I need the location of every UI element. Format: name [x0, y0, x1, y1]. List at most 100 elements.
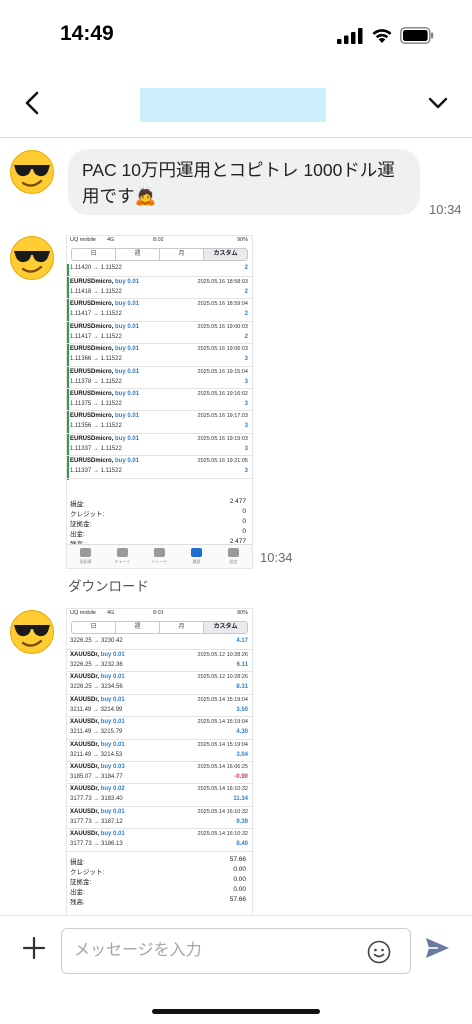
trade-profit: 3 — [244, 468, 248, 475]
trade-row: EURUSDmicro, buy 0.01 2025.05.16 19:19:03… — [67, 434, 252, 457]
trade-datetime: 2025.05.14 15:19:04 — [197, 696, 248, 703]
trade-datetime: 2025.05.16 19:16:02 — [197, 390, 248, 397]
image-time: 8:02 — [153, 237, 164, 243]
period-custom: カスタム — [204, 249, 247, 260]
trade-price: 1.11366 → 1.11522 — [70, 356, 122, 363]
trade-price: 1.11417 → 1.11522 — [70, 333, 122, 340]
trade-symbol: XAUUSDr, buy 0.01 — [70, 809, 125, 815]
trade-price: 1.11337 → 1.11522 — [70, 468, 122, 475]
trade-profit: 3.04 — [236, 751, 248, 758]
trade-row: EURUSDmicro, buy 0.01 2025.05.16 19:15:04… — [67, 367, 252, 389]
back-chevron-icon[interactable] — [22, 90, 44, 116]
image-status-bar: UQ mobile 4G 8:01 90% — [67, 609, 252, 618]
trade-profit: 3 — [244, 356, 248, 363]
trade-symbol: XAUUSDr, buy 0.02 — [70, 786, 125, 792]
trade-datetime: 2025.05.14 16:06:25 — [197, 763, 248, 770]
message-bubble[interactable]: PAC 10万円運用とコピトレ 1000ドル運用です🙇 — [68, 149, 420, 215]
trade-symbol: XAUUSDr, buy 0.01 — [70, 674, 125, 680]
trade-profit: 3 — [244, 378, 248, 385]
trade-datetime: 2025.05.14 16:10:32 — [197, 786, 248, 793]
trade-profit: 3 — [244, 400, 248, 407]
trade-datetime: 2025.05.12 10:28:26 — [197, 652, 248, 658]
summary-row: 証拠金: 0 — [67, 517, 252, 528]
tab-settings: 設定 — [215, 545, 252, 568]
summary-value: 57.66 — [229, 855, 246, 863]
trade-side: buy 0.01 — [100, 674, 125, 681]
trade-symbol-name: XAUUSDr, — [70, 674, 100, 681]
trade-side: buy 0.02 — [100, 786, 125, 793]
summary-value: 0.00 — [233, 875, 246, 883]
trade-profit: 4.30 — [236, 729, 248, 736]
trade-symbol: EURUSDmicro, buy 0.01 — [70, 413, 139, 419]
period-day: 日 — [72, 622, 116, 633]
summary-value: 0.00 — [233, 885, 246, 893]
cellular-signal-icon — [337, 28, 363, 44]
trade-row: EURUSDmicro, buy 0.01 2025.05.16 19:00:03… — [67, 322, 252, 345]
download-link[interactable]: ダウンロード — [68, 575, 149, 595]
trade-price: 1.11418 → 1.11522 — [70, 289, 122, 295]
image-status-bar: UQ mobile 4G 8:02 90% — [67, 236, 252, 245]
trade-symbol-name: XAUUSDr, — [70, 786, 100, 793]
plus-icon[interactable] — [22, 936, 46, 960]
trade-profit: 3.50 — [236, 706, 248, 713]
trade-profit: 2 — [244, 265, 248, 271]
trade-side: buy 0.01 — [115, 390, 140, 397]
sunglasses-emoji-icon[interactable] — [9, 149, 55, 195]
trade-datetime: 2025.05.16 19:06:03 — [197, 346, 248, 353]
image-time: 10:34 — [260, 550, 293, 565]
image-message-eurusd-history[interactable]: UQ mobile 4G 8:02 90% 日 週 月 カスタム 1.11420… — [66, 235, 253, 569]
trade-side: buy 0.01 — [115, 368, 140, 375]
trade-icon — [154, 548, 165, 557]
trade-side: buy 0.01 — [115, 413, 140, 420]
trade-row: EURUSDmicro, buy 0.01 2025.05.16 18:58:03… — [67, 277, 252, 300]
summary-row: 出金: 0.00 — [67, 885, 252, 896]
summary-label: 残高: — [70, 898, 85, 906]
trade-price: 3211.49 → 3214.53 — [70, 751, 123, 758]
trade-symbol-name: EURUSDmicro, — [70, 323, 114, 330]
trade-row: EURUSDmicro, buy 0.01 2025.05.16 19:21:05… — [67, 456, 252, 479]
trade-datetime: 2025.05.16 19:17:03 — [197, 413, 248, 420]
trade-side: buy 0.01 — [100, 719, 125, 726]
image-network: 4G — [107, 610, 115, 616]
trade-datetime: 2025.05.14 15:19:04 — [197, 719, 248, 726]
trade-profit: 4.17 — [236, 638, 248, 644]
quotes-icon — [80, 548, 91, 557]
chevron-down-icon[interactable] — [427, 94, 449, 112]
trade-profit: 9.39 — [236, 818, 248, 825]
trade-symbol-name: EURUSDmicro, — [70, 346, 114, 353]
emoji-icon[interactable] — [367, 940, 391, 964]
send-icon[interactable] — [424, 936, 450, 960]
trade-row: XAUUSDr, buy 0.01 2025.05.14 15:19:04 3211… — [67, 740, 252, 762]
summary-value: 0.00 — [233, 865, 246, 873]
trade-list: EURUSDmicro, buy 0.01 2025.05.16 18:58:03… — [67, 277, 252, 479]
trade-symbol-name: EURUSDmicro, — [70, 279, 114, 285]
trade-symbol: XAUUSDr, buy 0.03 — [70, 764, 125, 770]
period-week: 週 — [116, 622, 160, 633]
trade-side: buy 0.01 — [100, 696, 125, 703]
trade-datetime: 2025.05.16 18:58:03 — [197, 279, 248, 285]
trade-symbol-name: EURUSDmicro, — [70, 413, 114, 420]
tab-label: 気配値 — [79, 559, 92, 564]
trade-symbol-name: XAUUSDr, — [70, 696, 100, 703]
trade-datetime: 2025.05.14 15:19:04 — [197, 741, 248, 748]
trade-symbol-name: EURUSDmicro, — [70, 458, 114, 465]
trade-price: 3226.25 → 3234.56 — [70, 684, 123, 691]
trade-profit: 11.34 — [233, 796, 248, 803]
message-input[interactable] — [74, 937, 364, 965]
trade-side: buy 0.01 — [115, 435, 140, 442]
sunglasses-emoji-icon[interactable] — [9, 235, 55, 281]
sunglasses-emoji-icon[interactable] — [9, 609, 55, 655]
image-message-xauusd-history[interactable]: UQ mobile 4G 8:01 90% 日 週 月 カスタム 3226.25… — [66, 608, 253, 915]
trade-side: buy 0.01 — [100, 831, 125, 838]
trade-side: buy 0.01 — [100, 808, 125, 815]
summary-row: 残高: 57.66 — [67, 895, 252, 906]
chat-area[interactable]: PAC 10万円運用とコピトレ 1000ドル運用です🙇 10:34 UQ mob… — [0, 139, 472, 915]
message-input-box[interactable] — [61, 928, 411, 974]
summary-row: クレジット: 0.00 — [67, 865, 252, 876]
image-carrier: UQ mobile — [70, 237, 96, 243]
trade-symbol-name: XAUUSDr, — [70, 831, 100, 838]
trade-profit: 6.11 — [236, 662, 248, 668]
trade-side: buy 0.01 — [115, 301, 140, 308]
image-battery: 90% — [236, 610, 248, 616]
trade-profit: 8.31 — [236, 684, 248, 691]
